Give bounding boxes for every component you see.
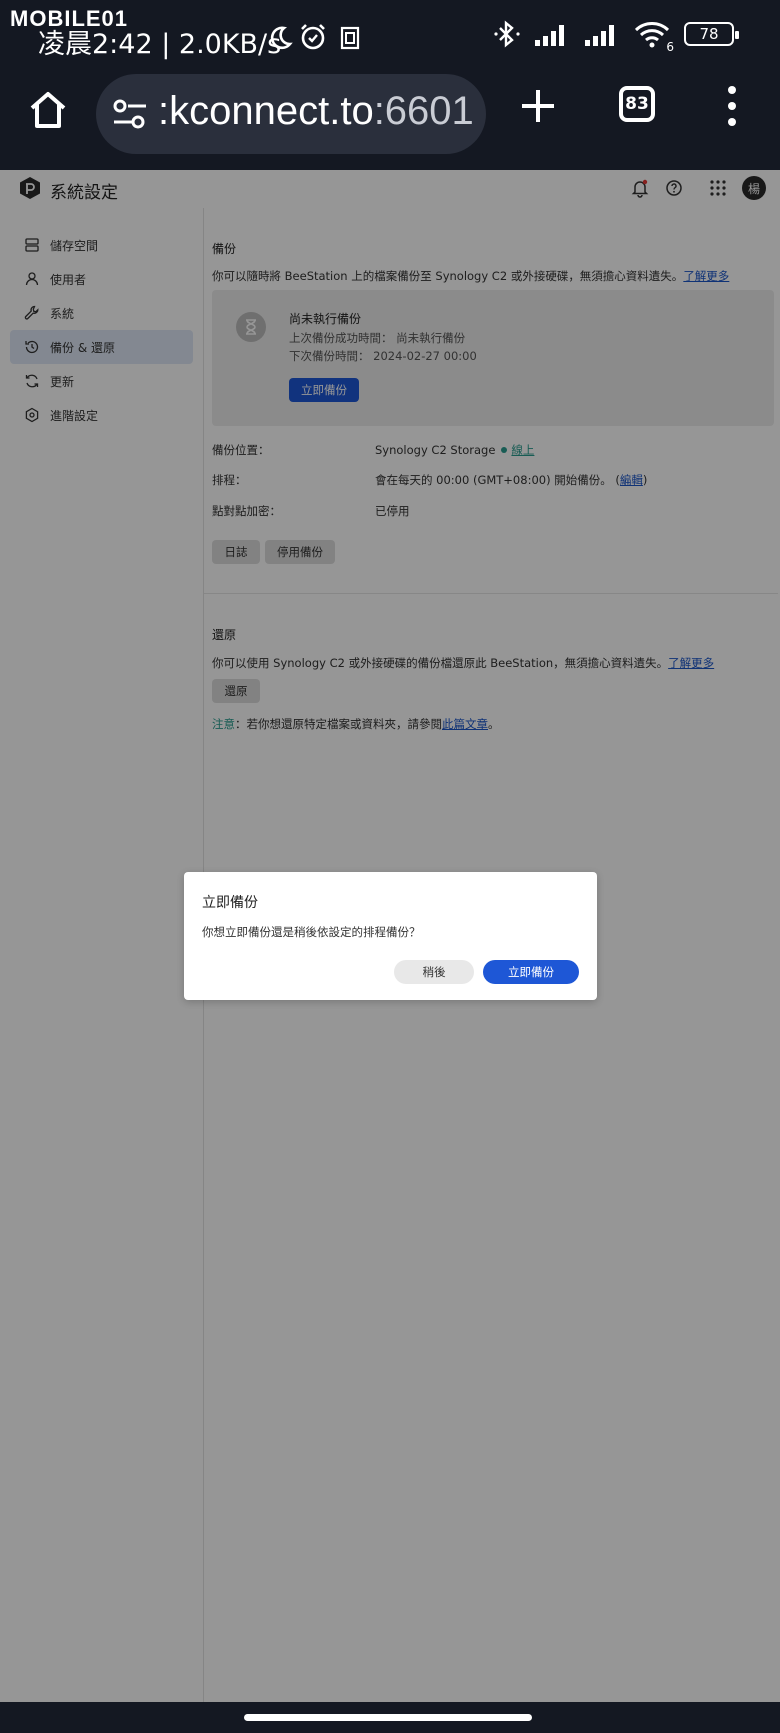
backup-now-dialog: 立即備份 你想立即備份還是稍後依設定的排程備份？ 稍後 立即備份 bbox=[184, 872, 597, 1000]
status-bar: MOBILE01 凌晨2:42 | 2.0KB/s 6 78 bbox=[0, 0, 780, 64]
moon-icon bbox=[270, 26, 293, 50]
tab-switcher-button[interactable]: 83 bbox=[619, 86, 655, 122]
url-text: :kconnect.to:6601 bbox=[158, 89, 474, 134]
bluetooth-icon bbox=[494, 20, 520, 48]
status-icons-right: 6 78 bbox=[494, 20, 739, 54]
status-time-speed: 凌晨2:42 | 2.0KB/s bbox=[38, 29, 282, 60]
dialog-message: 你想立即備份還是稍後依設定的排程備份？ bbox=[202, 925, 421, 939]
alarm-icon bbox=[301, 24, 325, 50]
battery-indicator: 78 bbox=[684, 22, 739, 46]
address-bar[interactable]: :kconnect.to:6601 bbox=[96, 74, 486, 154]
home-icon[interactable] bbox=[26, 88, 70, 132]
home-gesture-handle[interactable] bbox=[244, 1714, 532, 1721]
wifi-badge: 6 bbox=[666, 40, 674, 54]
gesture-navigation-bar bbox=[0, 1702, 780, 1733]
later-button[interactable]: 稍後 bbox=[394, 960, 474, 984]
dialog-title: 立即備份 bbox=[202, 895, 258, 911]
more-menu-icon[interactable] bbox=[724, 84, 740, 128]
wifi-icon: 6 bbox=[634, 20, 674, 54]
url-host: :kconnect.to bbox=[158, 89, 374, 133]
site-settings-icon[interactable] bbox=[112, 98, 148, 130]
new-tab-icon[interactable] bbox=[518, 86, 558, 126]
signal-icon-2 bbox=[585, 25, 614, 46]
sim-icon bbox=[340, 26, 360, 50]
backup-now-confirm-button[interactable]: 立即備份 bbox=[483, 960, 579, 984]
url-port: :6601 bbox=[373, 89, 474, 133]
app-window: 系統設定 楊 儲存空間 使用者 系統 備份 & 還原 更新 進階設定 備份 你可… bbox=[0, 170, 780, 1702]
signal-icon bbox=[535, 25, 564, 46]
browser-toolbar: :kconnect.to:6601 83 bbox=[0, 64, 780, 170]
